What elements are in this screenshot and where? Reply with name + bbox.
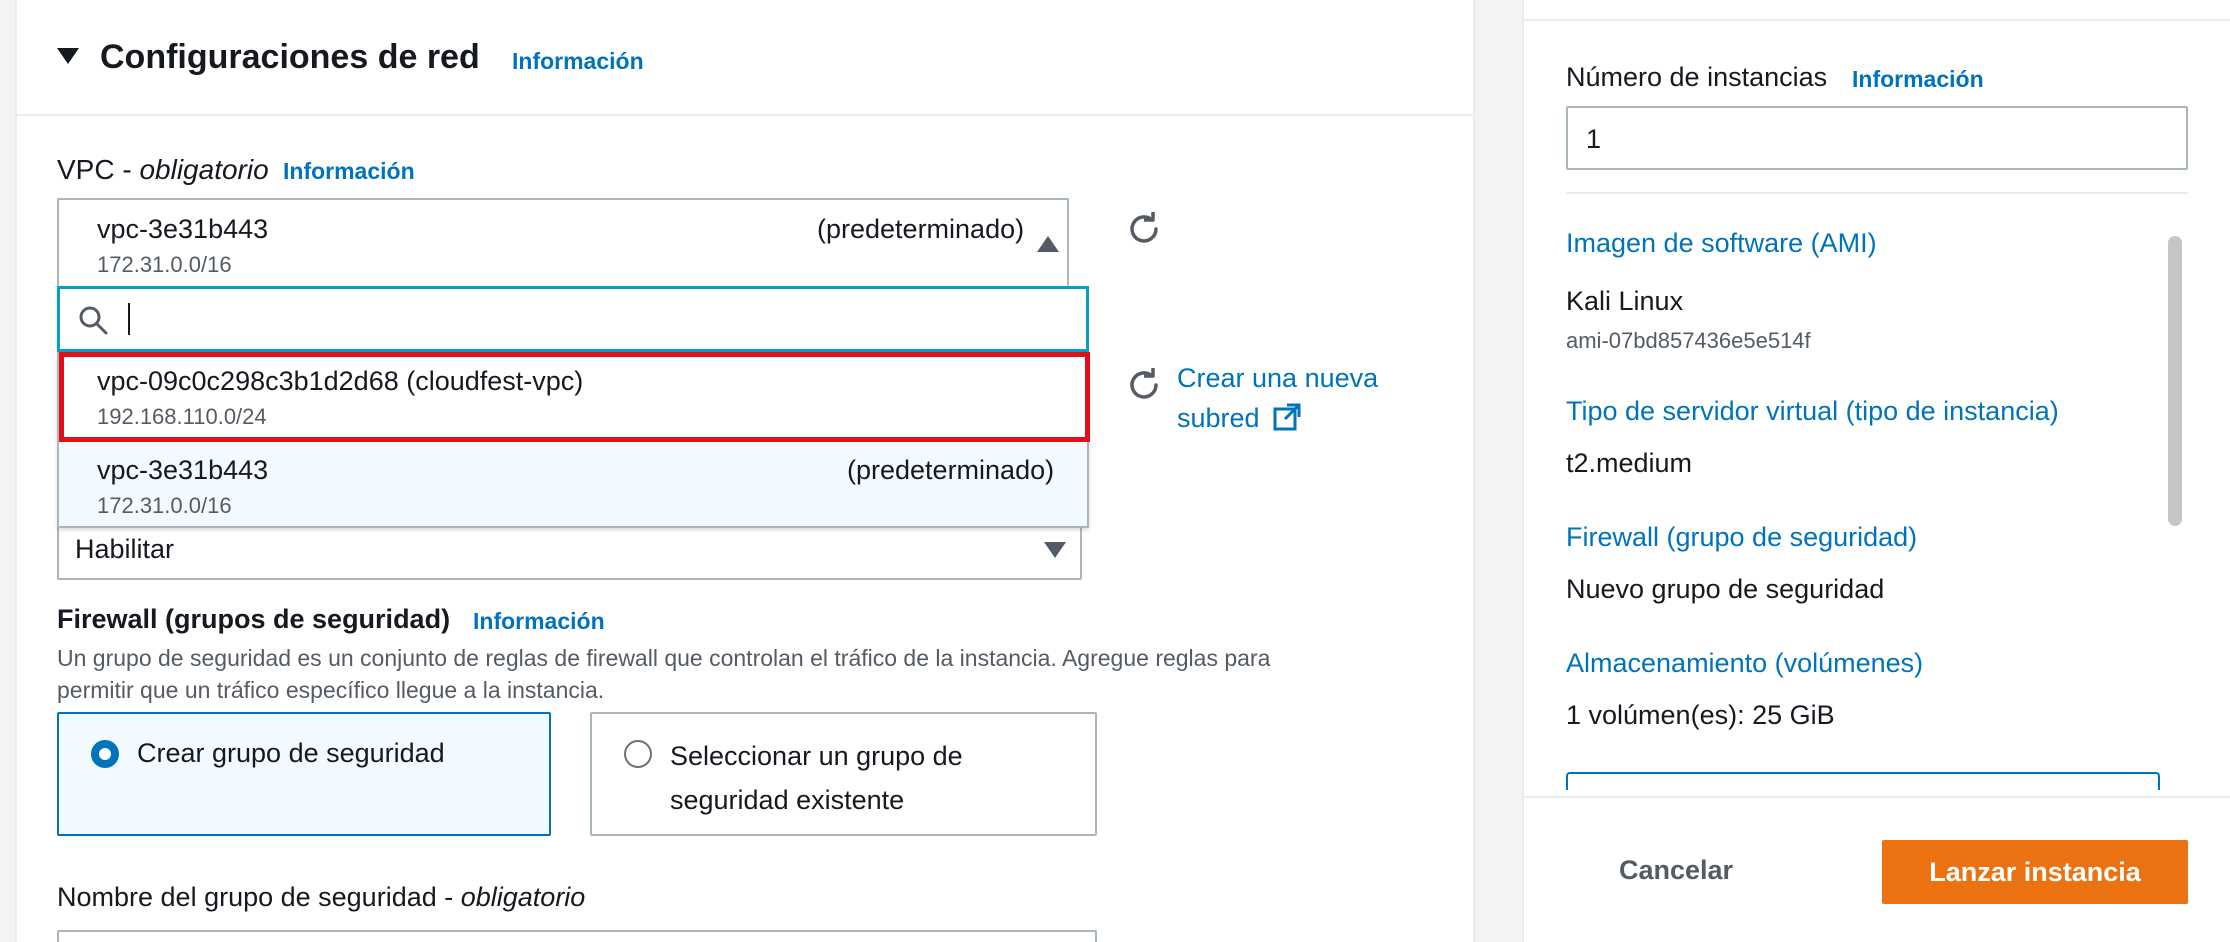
vpc-option-tag: (predeterminado) (847, 455, 1055, 485)
instance-type-link[interactable]: Tipo de servidor virtual (tipo de instan… (1566, 396, 2059, 427)
section-title: Configuraciones de red (100, 38, 480, 76)
highlight-box (59, 352, 1090, 442)
selected-vpc-tag: (predeterminado) (817, 214, 1025, 244)
instances-input[interactable]: 1 (1566, 106, 2188, 170)
text-cursor (128, 303, 130, 335)
summary-divider (1566, 192, 2188, 194)
firewall-info-link[interactable]: Información (473, 608, 605, 635)
cancel-button[interactable]: Cancelar (1606, 842, 1746, 898)
create-subnet-line-2: subred (1177, 398, 1437, 438)
ami-id: ami-07bd857436e5e514f (1566, 328, 1811, 353)
vpc-required-text: obligatorio (139, 154, 269, 185)
search-icon (78, 305, 108, 335)
caret-down-icon (1044, 542, 1066, 560)
external-link-icon (1273, 402, 1301, 431)
firewall-description-line2: permitir que un tráfico específico llegu… (57, 677, 605, 703)
vpc-search-field[interactable] (57, 286, 1089, 352)
summary-panel: Número de instancias Información 1 Image… (1522, 0, 2230, 942)
collapse-triangle-icon[interactable] (57, 48, 79, 66)
ami-value: Kali Linux (1566, 286, 1684, 316)
launch-instance-button[interactable]: Lanzar instancia (1882, 840, 2188, 904)
sg-name-label: Nombre del grupo de seguridad - obligato… (57, 882, 585, 913)
vpc-option-cidr: 172.31.0.0/16 (97, 493, 232, 518)
vpc-info-link[interactable]: Información (283, 158, 415, 185)
firewall-summary-link[interactable]: Firewall (grupo de seguridad) (1566, 522, 1917, 553)
footer-divider (1524, 796, 2230, 798)
radio-existing-line1: Seleccionar un grupo de (670, 741, 963, 771)
radio-existing-line2: seguridad existente (670, 785, 905, 815)
create-subnet-text-1: Crear una nueva (1177, 363, 1379, 393)
refresh-icon[interactable] (1125, 210, 1163, 248)
section-header: Configuraciones de red Información (17, 0, 1473, 116)
summary-scrollbar[interactable] (2164, 228, 2184, 788)
summary-top-divider (1524, 19, 2230, 21)
vpc-label: VPC - obligatorio (57, 154, 269, 186)
instances-value: 1 (1586, 124, 1602, 154)
public-ip-value: Habilitar (75, 534, 175, 564)
network-settings-panel: Configuraciones de red Información VPC -… (15, 0, 1475, 942)
refresh-icon[interactable] (1125, 366, 1163, 404)
ami-link[interactable]: Imagen de software (AMI) (1566, 228, 1877, 259)
radio-existing-label: Seleccionar un grupo de seguridad existe… (670, 734, 963, 822)
radio-unselected-icon (624, 740, 652, 768)
sg-name-required-text: obligatorio (460, 882, 586, 912)
selected-vpc-id: vpc-3e31b443 (97, 214, 269, 244)
selected-vpc-cidr: 172.31.0.0/16 (97, 252, 232, 277)
radio-create-label: Crear grupo de seguridad (137, 738, 445, 768)
radio-selected-icon (91, 740, 119, 768)
sg-name-label-text: Nombre del grupo de seguridad - (57, 882, 461, 912)
instances-info-link[interactable]: Información (1852, 66, 1984, 93)
vpc-search-input[interactable] (136, 299, 1036, 339)
section-info-link[interactable]: Información (512, 48, 644, 75)
vpc-select[interactable]: vpc-3e31b443 (predeterminado) 172.31.0.0… (57, 198, 1069, 286)
firewall-description-line1: Un grupo de seguridad es un conjunto de … (57, 645, 1271, 671)
radio-existing-security-group[interactable]: Seleccionar un grupo de seguridad existe… (590, 712, 1097, 836)
scrollbar-thumb[interactable] (2168, 236, 2182, 526)
vpc-option-default[interactable]: vpc-3e31b443 (predeterminado) 172.31.0.0… (59, 440, 1087, 526)
storage-link[interactable]: Almacenamiento (volúmenes) (1566, 648, 1923, 679)
firewall-label: Firewall (grupos de seguridad) (57, 604, 451, 634)
firewall-description: Un grupo de seguridad es un conjunto de … (57, 642, 1437, 706)
summary-next-card (1566, 772, 2160, 790)
sg-name-input[interactable] (57, 930, 1097, 942)
firewall-summary-value: Nuevo grupo de seguridad (1566, 574, 1885, 604)
storage-value: 1 volúmen(es): 25 GiB (1566, 700, 1835, 730)
caret-up-icon[interactable] (1037, 236, 1059, 254)
vpc-label-text: VPC - (57, 154, 140, 185)
vpc-option-id: vpc-3e31b443 (97, 455, 269, 485)
radio-create-security-group[interactable]: Crear grupo de seguridad (57, 712, 551, 836)
instances-label: Número de instancias (1566, 62, 1828, 92)
instance-type-value: t2.medium (1566, 448, 1693, 478)
create-subnet-link[interactable]: Crear una nueva subred (1177, 358, 1437, 438)
create-subnet-text-2: subred (1177, 403, 1260, 433)
